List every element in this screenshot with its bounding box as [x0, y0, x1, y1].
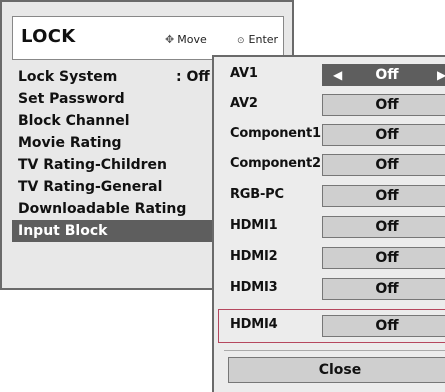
- input-row-hdmi2[interactable]: HDMI2 Off: [214, 244, 445, 274]
- input-value-selector[interactable]: ◀ Off ▶: [322, 64, 445, 86]
- input-value-selector[interactable]: Off: [322, 185, 445, 207]
- input-row-component1[interactable]: Component1 Off: [214, 121, 445, 151]
- input-value-selector[interactable]: Off: [322, 315, 445, 337]
- input-label: RGB-PC: [230, 187, 284, 202]
- input-value: Off: [375, 67, 399, 83]
- input-value: Off: [375, 127, 399, 143]
- menu-item-label: Downloadable Rating: [18, 201, 187, 217]
- input-row-hdmi1[interactable]: HDMI1 Off: [214, 213, 445, 243]
- input-value: Off: [375, 97, 399, 113]
- close-button[interactable]: Close: [228, 357, 445, 383]
- triangle-left-icon[interactable]: ◀: [333, 65, 342, 85]
- input-value-selector[interactable]: Off: [322, 124, 445, 146]
- menu-item-value: : Off: [176, 69, 210, 85]
- input-row-component2[interactable]: Component2 Off: [214, 151, 445, 181]
- menu-item-label: Set Password: [18, 91, 125, 107]
- input-label: Component1: [230, 126, 321, 141]
- input-value-selector[interactable]: Off: [322, 278, 445, 300]
- input-label: HDMI4: [230, 317, 278, 332]
- divider: [224, 350, 445, 351]
- input-value: Off: [375, 219, 399, 235]
- input-value-selector[interactable]: Off: [322, 216, 445, 238]
- menu-item-label: Lock System: [18, 69, 118, 85]
- enter-hint: ⊙ Enter: [237, 33, 278, 46]
- input-value: Off: [375, 250, 399, 266]
- input-row-hdmi4[interactable]: HDMI4 Off: [214, 312, 445, 342]
- input-label: HDMI3: [230, 280, 278, 295]
- input-label: AV1: [230, 66, 258, 81]
- input-row-rgb-pc[interactable]: RGB-PC Off: [214, 182, 445, 212]
- menu-item-label: Movie Rating: [18, 135, 122, 151]
- input-label: Component2: [230, 156, 321, 171]
- input-value: Off: [375, 188, 399, 204]
- input-value: Off: [375, 318, 399, 334]
- menu-item-label: TV Rating-Children: [18, 157, 168, 173]
- input-row-av1[interactable]: AV1 ◀ Off ▶: [214, 61, 445, 91]
- menu-item-label: Input Block: [18, 223, 108, 239]
- circle-dot-icon: ⊙: [237, 36, 245, 46]
- input-value-selector[interactable]: Off: [322, 94, 445, 116]
- input-value: Off: [375, 281, 399, 297]
- move-hint-label: Move: [177, 33, 207, 46]
- input-value-selector[interactable]: Off: [322, 154, 445, 176]
- menu-header: LOCK ✥ Move ⊙ Enter: [12, 16, 284, 60]
- input-value: Off: [375, 157, 399, 173]
- input-value-selector[interactable]: Off: [322, 247, 445, 269]
- enter-hint-label: Enter: [248, 33, 279, 46]
- input-label: AV2: [230, 96, 258, 111]
- input-block-panel: AV1 ◀ Off ▶ AV2 Off Component1 Off Compo…: [212, 55, 445, 392]
- four-way-arrow-icon: ✥: [165, 33, 175, 46]
- menu-title: LOCK: [21, 26, 76, 47]
- menu-item-label: TV Rating-General: [18, 179, 163, 195]
- menu-item-label: Block Channel: [18, 113, 130, 129]
- input-row-av2[interactable]: AV2 Off: [214, 91, 445, 121]
- triangle-right-icon[interactable]: ▶: [437, 65, 445, 85]
- input-label: HDMI1: [230, 218, 278, 233]
- input-row-hdmi3[interactable]: HDMI3 Off: [214, 275, 445, 305]
- move-hint: ✥ Move: [165, 33, 207, 46]
- input-label: HDMI2: [230, 249, 278, 264]
